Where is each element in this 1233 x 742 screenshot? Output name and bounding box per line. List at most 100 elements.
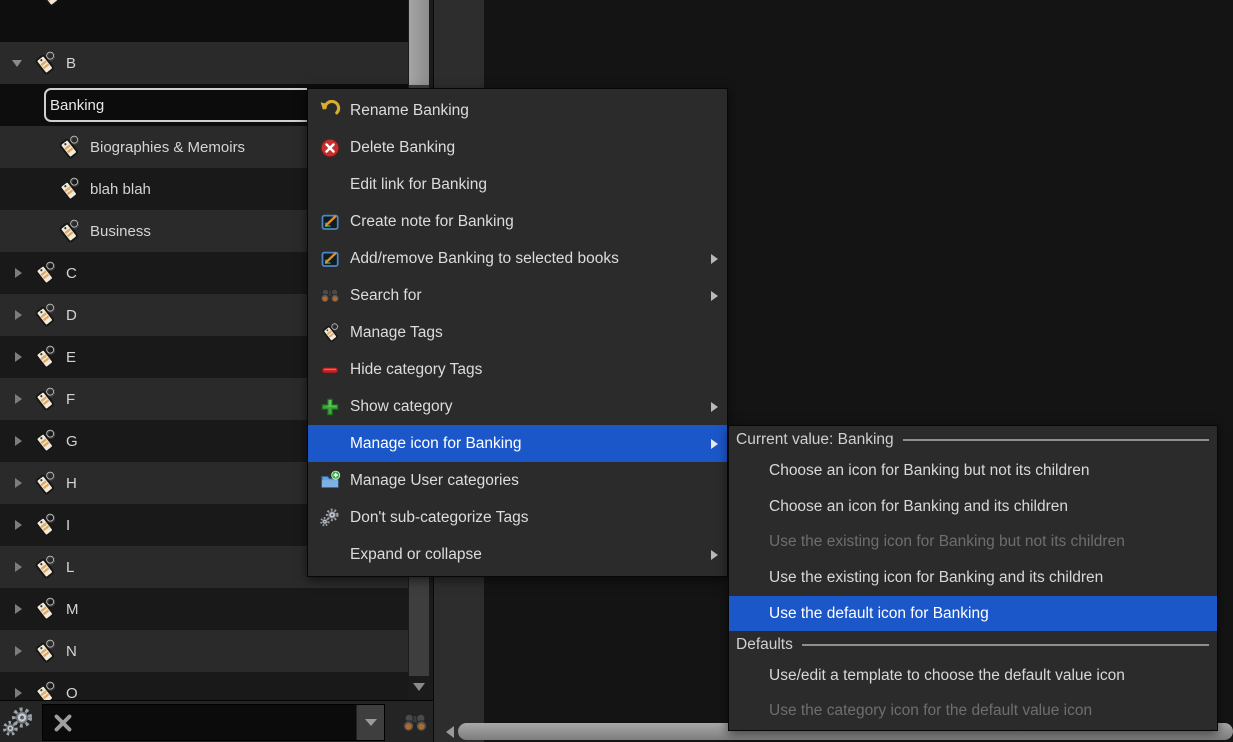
tag-icon — [31, 554, 58, 581]
collapse-arrow-icon[interactable] — [15, 268, 22, 278]
menu-item-manage-icon-for-banking[interactable]: Manage icon for Banking — [308, 425, 727, 462]
menu-item-delete-banking[interactable]: Delete Banking — [308, 129, 727, 166]
tree-row-label: M — [66, 600, 79, 618]
tree-row-partial-top — [0, 0, 408, 42]
submenu-item-label: Use/edit a template to choose the defaul… — [769, 666, 1125, 684]
manage-icon-submenu: Current value: Banking Choose an icon fo… — [728, 425, 1218, 731]
tree-row-category-n[interactable]: N — [0, 630, 408, 672]
collapse-arrow-icon[interactable] — [15, 310, 22, 320]
submenu-item-label: Use the existing icon for Banking but no… — [769, 533, 1125, 551]
tree-row-label: C — [66, 264, 77, 282]
tree-row-label: blah blah — [90, 180, 151, 198]
submenu-item-choose-icon-not-children[interactable]: Choose an icon for Banking but not its c… — [729, 454, 1217, 490]
submenu-item-existing-icon-and-children[interactable]: Use the existing icon for Banking and it… — [729, 560, 1217, 596]
empty-icon-slot — [319, 433, 341, 455]
submenu-item-label: Use the existing icon for Banking and it… — [769, 569, 1104, 586]
submenu-item-label: Choose an icon for Banking and its child… — [769, 497, 1068, 515]
tag-icon — [31, 680, 58, 701]
collapse-arrow-icon[interactable] — [15, 352, 22, 362]
tree-row-label: E — [66, 348, 77, 366]
tag-icon — [55, 218, 82, 245]
tag-icon — [31, 470, 58, 497]
menu-item-label: Manage icon for Banking — [350, 434, 522, 452]
collapse-arrow-icon[interactable] — [15, 562, 22, 572]
expand-arrow-icon[interactable] — [12, 59, 22, 67]
tree-row-label: H — [66, 474, 77, 492]
menu-item-search-for[interactable]: Search for — [308, 277, 727, 314]
menu-item-label: Show category — [350, 397, 453, 415]
combobox-dropdown-button[interactable] — [356, 705, 384, 740]
menu-item-dont-sub-categorize[interactable]: Don't sub-categorize Tags — [308, 499, 727, 536]
menu-item-create-note[interactable]: Create note for Banking — [308, 203, 727, 240]
tree-row-label: O — [66, 684, 78, 701]
submenu-item-choose-icon-and-children[interactable]: Choose an icon for Banking and its child… — [729, 489, 1217, 525]
menu-item-add-remove-to-books[interactable]: Add/remove Banking to selected books — [308, 240, 727, 277]
collapse-arrow-icon[interactable] — [15, 604, 22, 614]
submenu-item-use-default-icon[interactable]: Use the default icon for Banking — [729, 595, 1217, 632]
menu-item-label: Manage Tags — [350, 323, 443, 341]
tree-row-category-o[interactable]: O — [0, 672, 408, 700]
section-header-label: Defaults — [736, 635, 793, 653]
tree-row-label: B — [66, 54, 77, 72]
delete-x-circle-icon — [319, 137, 341, 159]
gears-icon — [319, 507, 341, 529]
menu-item-label: Manage User categories — [350, 471, 519, 489]
collapse-arrow-icon[interactable] — [15, 520, 22, 530]
calibre-tag-browser-window: B Biographies & Memoirs blah blah Busine… — [0, 0, 1233, 742]
menu-item-label: Rename Banking — [350, 101, 469, 119]
tag-icon — [31, 344, 58, 371]
chevron-down-icon — [364, 719, 377, 726]
folder-plus-icon — [319, 470, 341, 492]
clear-x-icon[interactable] — [51, 711, 75, 735]
menu-item-edit-link[interactable]: Edit link for Banking — [308, 166, 727, 203]
menu-item-label: Don't sub-categorize Tags — [350, 508, 529, 526]
tag-icon — [55, 134, 82, 161]
submenu-item-existing-icon-not-children: Use the existing icon for Banking but no… — [729, 525, 1217, 561]
submenu-item-use-edit-template[interactable]: Use/edit a template to choose the defaul… — [729, 658, 1217, 694]
menu-item-label: Edit link for Banking — [350, 175, 487, 193]
menu-item-hide-category[interactable]: Hide category Tags — [308, 351, 727, 388]
find-binoculars-icon[interactable] — [401, 709, 429, 737]
section-header-rule — [801, 643, 1209, 646]
tag-icon — [31, 512, 58, 539]
submenu-item-use-category-icon: Use the category icon for the default va… — [729, 693, 1217, 729]
tag-icon — [55, 176, 82, 203]
find-filter-combobox[interactable] — [42, 704, 385, 741]
tag-context-menu: Rename Banking Delete Banking Edit link … — [307, 88, 728, 577]
menu-item-manage-tags[interactable]: Manage Tags — [308, 314, 727, 351]
submenu-item-label: Use the default icon for Banking — [769, 604, 989, 622]
menu-item-label: Delete Banking — [350, 138, 456, 156]
tree-row-label: D — [66, 306, 77, 324]
menu-item-label: Create note for Banking — [350, 212, 514, 230]
tree-row-category-b[interactable]: B — [0, 42, 408, 84]
submenu-arrow-icon — [711, 438, 718, 449]
tag-icon — [31, 596, 58, 623]
tree-row-label: I — [66, 516, 71, 534]
tree-row-category-m[interactable]: M — [0, 588, 408, 630]
menu-item-label: Add/remove Banking to selected books — [350, 249, 619, 267]
scroll-down-arrow-icon[interactable] — [413, 683, 425, 691]
menu-item-label: Hide category Tags — [350, 360, 483, 378]
tag-browser-bottom-bar — [0, 700, 433, 742]
menu-item-expand-or-collapse[interactable]: Expand or collapse — [308, 536, 727, 573]
tag-icon — [31, 260, 58, 287]
collapse-arrow-icon[interactable] — [15, 436, 22, 446]
tag-icon — [36, 0, 63, 9]
menu-item-manage-user-categories[interactable]: Manage User categories — [308, 462, 727, 499]
menu-item-rename-banking[interactable]: Rename Banking — [308, 92, 727, 129]
collapse-arrow-icon[interactable] — [15, 394, 22, 404]
vertical-scrollbar-thumb[interactable] — [409, 0, 429, 85]
empty-icon-slot — [319, 174, 341, 196]
collapse-arrow-icon[interactable] — [15, 478, 22, 488]
tag-icon — [319, 322, 341, 344]
menu-item-show-category[interactable]: Show category — [308, 388, 727, 425]
tree-row-label: L — [66, 558, 75, 576]
empty-icon-slot — [319, 544, 341, 566]
configure-gears-icon[interactable] — [1, 705, 36, 740]
collapse-arrow-icon[interactable] — [15, 646, 22, 656]
collapse-arrow-icon[interactable] — [15, 688, 22, 698]
menu-item-label: Expand or collapse — [350, 545, 482, 563]
menu-item-label: Search for — [350, 286, 422, 304]
scroll-left-arrow-icon[interactable] — [446, 726, 454, 738]
red-minus-icon — [319, 359, 341, 381]
